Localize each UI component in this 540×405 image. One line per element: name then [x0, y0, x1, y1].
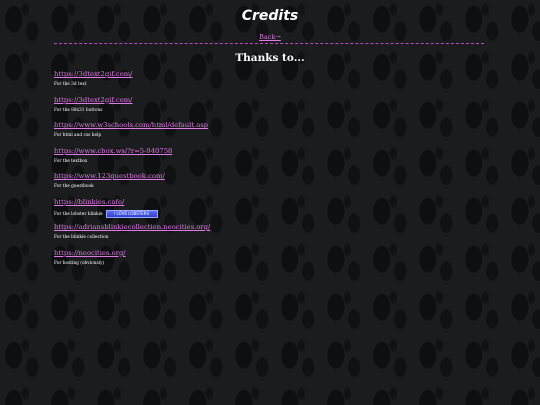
credit-note: For the textbox: [54, 158, 88, 164]
credit-note: For the lobster blinkie I LOVE LOBSTERS: [54, 209, 494, 218]
page-title: Credits: [241, 8, 299, 24]
credit-note-text: For the lobster blinkie: [54, 211, 103, 217]
credit-link[interactable]: https://www.w3schools.com/html/default.a…: [54, 121, 494, 130]
credit-item: https://www.123guestbook.com/ For the gu…: [54, 172, 494, 198]
credit-note: For the 3d text: [54, 82, 87, 87]
lobster-blinkie-image: I LOVE LOBSTERS: [105, 209, 158, 218]
credit-link[interactable]: https://3dtext2gif.com/: [54, 70, 494, 79]
back-link[interactable]: Back→: [0, 33, 540, 41]
credit-link[interactable]: https://www.cbox.ws/?r=5-940758: [54, 147, 494, 156]
credit-note: For the blinkie collection: [54, 235, 109, 240]
credit-link[interactable]: https://neocities.org/: [54, 249, 494, 258]
credits-list: https://3dtext2gif.com/ For the 3d text …: [54, 70, 494, 274]
credit-item: https://adriansblinkiecollection.neociti…: [54, 223, 494, 249]
credit-link[interactable]: https://www.123guestbook.com/: [54, 172, 494, 181]
credit-item: https://neocities.org/ For hosting (obvi…: [54, 249, 494, 275]
credit-item: https://3dtext2gif.com/ For the 88x31 bu…: [54, 96, 494, 122]
credit-link[interactable]: https://blinkies.cafe/: [54, 198, 494, 207]
credit-item: https://3dtext2gif.com/ For the 3d text: [54, 70, 494, 96]
credit-item: https://www.cbox.ws/?r=5-940758 For the …: [54, 147, 494, 173]
thanks-heading: Thanks to...: [235, 52, 305, 64]
credit-note: For the 88x31 buttons: [54, 107, 103, 113]
divider: [54, 43, 484, 44]
credit-note: For hosting (obviously): [54, 260, 105, 266]
credit-item: https://blinkies.cafe/ For the lobster b…: [54, 198, 494, 224]
credit-link[interactable]: https://3dtext2gif.com/: [54, 96, 494, 105]
credit-note: For the guestbook: [54, 184, 94, 189]
credit-link[interactable]: https://adriansblinkiecollection.neociti…: [54, 223, 494, 232]
credit-note: For html and css help: [54, 133, 102, 138]
credit-item: https://www.w3schools.com/html/default.a…: [54, 121, 494, 147]
